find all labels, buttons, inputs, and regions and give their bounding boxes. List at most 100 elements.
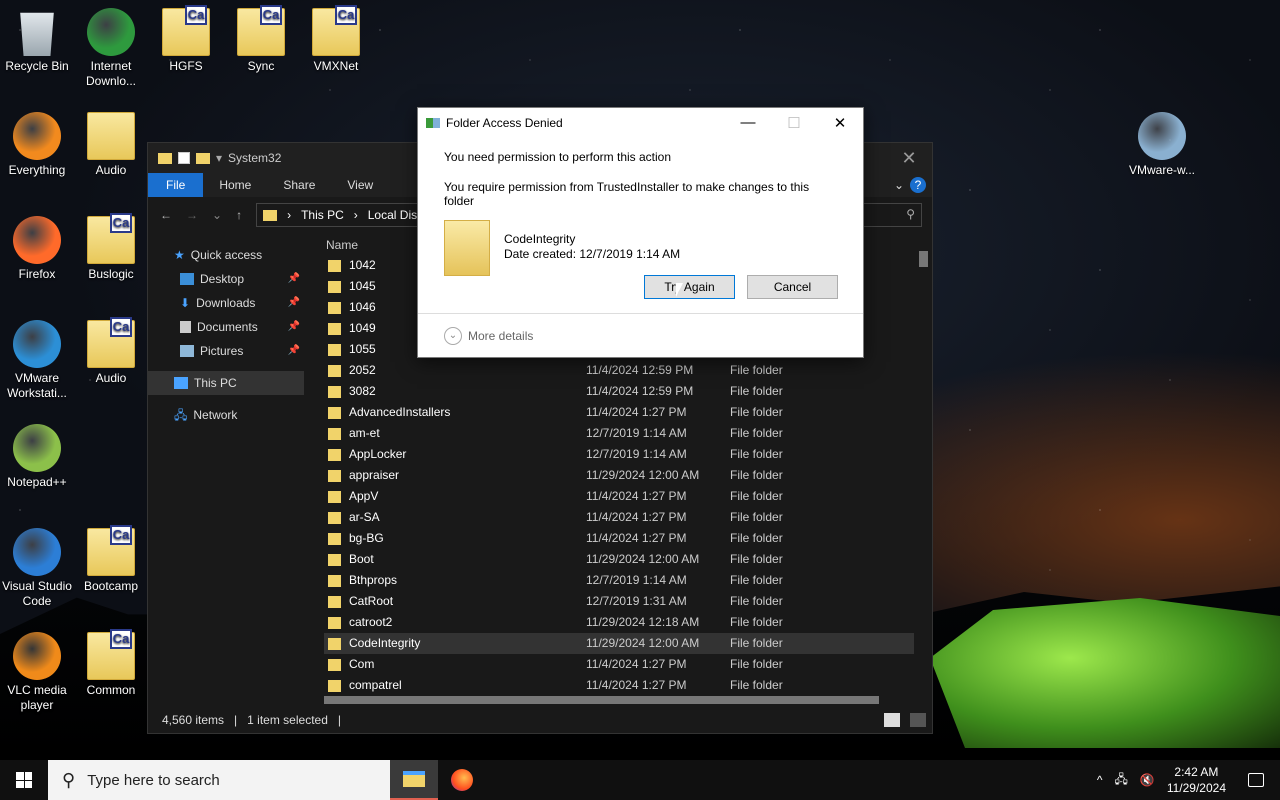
table-row[interactable]: CatRoot 12/7/2019 1:31 AM File folder: [324, 591, 914, 612]
close-icon[interactable]: ✕: [817, 114, 863, 132]
nav-network[interactable]: 🖧 Network: [148, 403, 304, 427]
dialog-titlebar[interactable]: Folder Access Denied — ☐ ✕: [418, 108, 863, 138]
forward-arrow-icon[interactable]: →: [186, 208, 198, 222]
tiles-view-icon[interactable]: [910, 713, 926, 727]
nav-documents[interactable]: Documents 📌: [148, 315, 304, 339]
date-modified: 12/7/2019 1:14 AM: [586, 426, 687, 440]
taskbar-search-input[interactable]: ⚲ Type here to search: [48, 760, 390, 800]
try-again-button[interactable]: Try Again: [644, 275, 735, 299]
dialog-folder-info: CodeIntegrity Date created: 12/7/2019 1:…: [444, 220, 837, 276]
scrollbar-thumb[interactable]: [324, 696, 879, 704]
nav-pictures[interactable]: Pictures 📌: [148, 339, 304, 363]
start-button[interactable]: [0, 760, 48, 800]
taskbar-firefox[interactable]: [438, 760, 486, 800]
pin-icon[interactable]: 📌: [288, 267, 300, 291]
desktop-icon[interactable]: Audio: [74, 112, 148, 178]
nav-quick-access[interactable]: ★ Quick access: [148, 243, 304, 267]
table-row[interactable]: CodeIntegrity 11/29/2024 12:00 AM File fol…: [324, 633, 914, 654]
status-bar: 4,560 items | 1 item selected |: [148, 707, 932, 733]
tab-share[interactable]: Share: [267, 178, 331, 192]
date-modified: 11/4/2024 1:27 PM: [586, 405, 687, 419]
table-row[interactable]: Boot 11/29/2024 12:00 AM File folder: [324, 549, 914, 570]
chevron-down-icon[interactable]: ⌄: [888, 178, 910, 192]
dialog-message-primary: You need permission to perform this acti…: [444, 150, 672, 164]
desktop-icon[interactable]: Ca Sync: [224, 5, 298, 74]
chevron-up-icon[interactable]: ^: [1097, 773, 1103, 787]
selection-count: 1 item selected: [247, 713, 328, 727]
checkbox-icon[interactable]: [178, 152, 190, 164]
pin-icon[interactable]: 📌: [288, 291, 300, 315]
table-row[interactable]: 3082 11/4/2024 12:59 PM File folder: [324, 381, 914, 402]
chevron-down-icon[interactable]: ▾: [216, 151, 222, 165]
more-details-toggle[interactable]: ⌄ More details: [418, 313, 863, 357]
folder-icon: [328, 427, 341, 440]
horizontal-scrollbar[interactable]: [312, 693, 912, 707]
folder-icon: [328, 448, 341, 461]
desktop-icon[interactable]: Notepad++: [0, 424, 74, 490]
table-row[interactable]: am-et 12/7/2019 1:14 AM File folder: [324, 423, 914, 444]
back-arrow-icon[interactable]: ←: [160, 208, 172, 222]
desktop-icon[interactable]: Ca VMXNet: [299, 5, 373, 74]
taskbar-file-explorer[interactable]: [390, 760, 438, 800]
folder-icon: [328, 385, 341, 398]
table-row[interactable]: AdvancedInstallers 11/4/2024 1:27 PM File …: [324, 402, 914, 423]
close-icon[interactable]: ✕: [886, 148, 932, 169]
details-view-icon[interactable]: [884, 713, 900, 727]
row-name: catroot2: [324, 612, 586, 633]
cancel-button[interactable]: Cancel: [747, 275, 838, 299]
desktop-icon[interactable]: VMware-w...: [1125, 112, 1199, 178]
table-row[interactable]: appraiser 11/29/2024 12:00 AM File folder: [324, 465, 914, 486]
picture-icon: [180, 345, 194, 357]
desktop-icon[interactable]: Recycle Bin: [0, 8, 74, 74]
desktop-icon[interactable]: Ca Bootcamp: [74, 525, 148, 594]
windows-logo-icon: [16, 772, 32, 788]
new-folder-icon[interactable]: [196, 152, 210, 164]
notification-icon[interactable]: [1248, 773, 1264, 787]
table-row[interactable]: ar-SA 11/4/2024 1:27 PM File folder: [324, 507, 914, 528]
desktop-icon[interactable]: Ca HGFS: [149, 5, 223, 74]
desktop-icon[interactable]: Ca Audio: [74, 317, 148, 386]
file-name: Com: [349, 657, 375, 671]
desktop-icon[interactable]: VLC media player: [0, 632, 74, 713]
clock[interactable]: 2:42 AM 11/29/2024: [1167, 764, 1226, 796]
nav-downloads[interactable]: ⬇ Downloads 📌: [148, 291, 304, 315]
desktop-icon-label: Recycle Bin: [5, 59, 69, 73]
help-icon[interactable]: ?: [910, 177, 926, 193]
nav-this-pc[interactable]: This PC: [148, 371, 304, 395]
table-row[interactable]: bg-BG 11/4/2024 1:27 PM File folder: [324, 528, 914, 549]
desktop-icon[interactable]: Firefox: [0, 216, 74, 282]
table-row[interactable]: AppV 11/4/2024 1:27 PM File folder: [324, 486, 914, 507]
desktop-icon[interactable]: VMware Workstati...: [0, 320, 74, 401]
desktop-icon[interactable]: Ca Buslogic: [74, 213, 148, 282]
breadcrumb-this-pc[interactable]: This PC: [301, 208, 344, 222]
minimize-icon[interactable]: —: [725, 114, 771, 132]
chevron-down-icon[interactable]: ⌄: [212, 208, 222, 222]
clock-date: 11/29/2024: [1166, 781, 1226, 795]
scrollbar-thumb[interactable]: [919, 251, 928, 267]
desktop-icon-label: Audio: [95, 163, 127, 177]
pin-icon[interactable]: 📌: [288, 315, 300, 339]
folder-date-created: Date created: 12/7/2019 1:14 AM: [504, 247, 681, 261]
desktop-icon[interactable]: Visual Studio Code: [0, 528, 74, 609]
table-row[interactable]: AppLocker 12/7/2019 1:14 AM File folder: [324, 444, 914, 465]
folder-access-denied-dialog[interactable]: Folder Access Denied — ☐ ✕ You need perm…: [417, 107, 864, 358]
tab-home[interactable]: Home: [203, 178, 267, 192]
table-row[interactable]: Bthprops 12/7/2019 1:14 AM File folder: [324, 570, 914, 591]
desktop-icon[interactable]: Ca Common: [74, 629, 148, 698]
tab-view[interactable]: View: [331, 178, 389, 192]
file-name: appraiser: [349, 468, 400, 482]
desktop-icon[interactable]: Internet Downlo...: [74, 8, 148, 89]
vertical-scrollbar[interactable]: [916, 235, 930, 691]
file-name: CodeIntegrity: [349, 636, 421, 650]
network-icon[interactable]: 🖧: [1114, 770, 1127, 791]
desktop-icon[interactable]: Everything: [0, 112, 74, 178]
table-row[interactable]: catroot2 11/29/2024 12:18 AM File folder: [324, 612, 914, 633]
table-row[interactable]: Com 11/4/2024 1:27 PM File folder: [324, 654, 914, 675]
tab-file[interactable]: File: [148, 173, 204, 197]
volume-muted-icon[interactable]: 🔇: [1140, 773, 1155, 787]
row-name: AdvancedInstallers: [324, 402, 586, 423]
up-arrow-icon[interactable]: ↑: [236, 208, 242, 222]
pin-icon[interactable]: 📌: [288, 339, 300, 363]
table-row[interactable]: 2052 11/4/2024 12:59 PM File folder: [324, 360, 914, 381]
nav-desktop[interactable]: Desktop 📌: [148, 267, 304, 291]
